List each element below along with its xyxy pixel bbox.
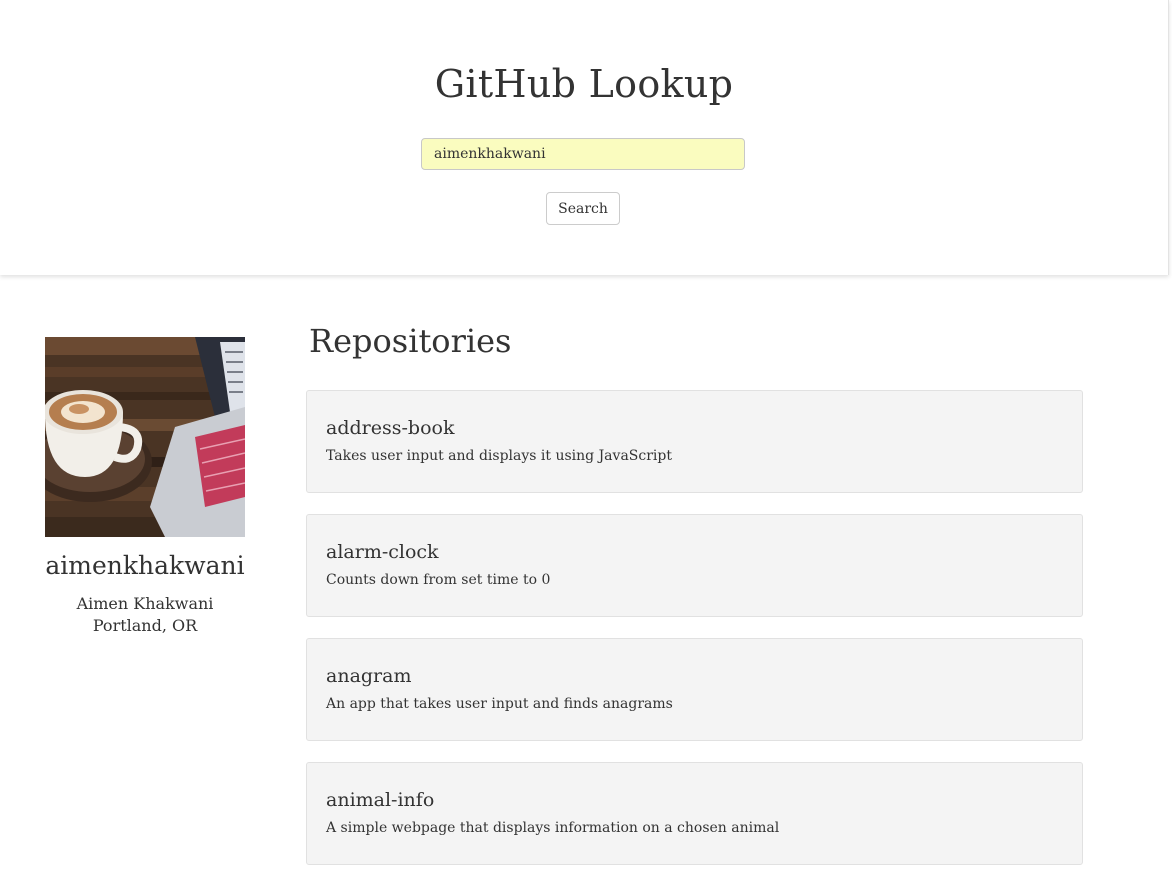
repo-name[interactable]: animal-info: [326, 789, 434, 811]
repo-card-anagram[interactable]: anagram An app that takes user input and…: [306, 638, 1083, 741]
username-search-input[interactable]: [421, 138, 745, 170]
profile-location: Portland, OR: [92, 616, 198, 635]
repo-name[interactable]: anagram: [326, 665, 411, 687]
repositories-heading: Repositories: [309, 322, 512, 360]
repo-description: A simple webpage that displays informati…: [326, 820, 780, 836]
repo-description: Takes user input and displays it using J…: [326, 448, 672, 464]
repo-card-address-book[interactable]: address-book Takes user input and displa…: [306, 390, 1083, 493]
avatar-photo: [45, 337, 245, 537]
page-title: GitHub Lookup: [434, 62, 734, 106]
repo-description: Counts down from set time to 0: [326, 572, 551, 588]
avatar: [45, 337, 245, 537]
repo-name[interactable]: address-book: [326, 417, 454, 439]
repo-card-animal-info[interactable]: animal-info A simple webpage that displa…: [306, 762, 1083, 865]
profile-username: aimenkhakwani: [45, 551, 245, 580]
header: GitHub Lookup Search: [0, 0, 1169, 275]
repo-card-alarm-clock[interactable]: alarm-clock Counts down from set time to…: [306, 514, 1083, 617]
profile-full-name: Aimen Khakwani: [76, 594, 214, 613]
repo-name[interactable]: alarm-clock: [326, 541, 439, 563]
repo-description: An app that takes user input and finds a…: [326, 696, 673, 712]
search-button[interactable]: Search: [546, 192, 620, 225]
